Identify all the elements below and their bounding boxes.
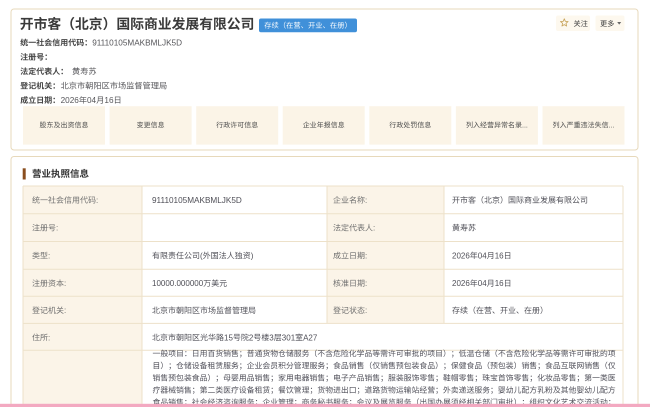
svg-text:...: ... — [609, 122, 615, 129]
svg-text:16: 16 — [495, 251, 504, 260]
svg-text:(: ( — [200, 251, 203, 260]
svg-text::: : — [64, 279, 66, 288]
svg-text::: : — [96, 196, 98, 205]
svg-text::: : — [48, 333, 50, 342]
svg-text:04: 04 — [478, 251, 487, 260]
svg-text:16: 16 — [495, 279, 504, 288]
svg-text:2: 2 — [249, 333, 254, 342]
svg-text:91110105MAKBMLJK5D: 91110105MAKBMLJK5D — [92, 38, 182, 47]
svg-text:2026: 2026 — [61, 96, 80, 105]
svg-text:2026: 2026 — [452, 251, 470, 260]
svg-text:15: 15 — [224, 333, 233, 342]
svg-text:2026: 2026 — [452, 279, 470, 288]
svg-text:301: 301 — [282, 333, 296, 342]
svg-text::: : — [365, 196, 367, 205]
svg-text:04: 04 — [87, 96, 97, 105]
svg-text:91110105MAKBMLJK5D: 91110105MAKBMLJK5D — [152, 196, 242, 205]
svg-text::: : — [365, 279, 367, 288]
svg-text::: : — [64, 306, 66, 315]
svg-text:3: 3 — [269, 333, 274, 342]
svg-text:04: 04 — [478, 279, 487, 288]
svg-text:16: 16 — [104, 96, 114, 105]
svg-text:10000.000000: 10000.000000 — [152, 279, 204, 288]
svg-text::: : — [48, 251, 50, 260]
svg-text:): ) — [251, 251, 254, 260]
svg-text:A27: A27 — [303, 333, 318, 342]
svg-text::: : — [365, 251, 367, 260]
svg-text:...: ... — [522, 122, 528, 129]
svg-text::: : — [56, 224, 58, 233]
svg-text::: : — [373, 224, 375, 233]
svg-text::: : — [365, 306, 367, 315]
